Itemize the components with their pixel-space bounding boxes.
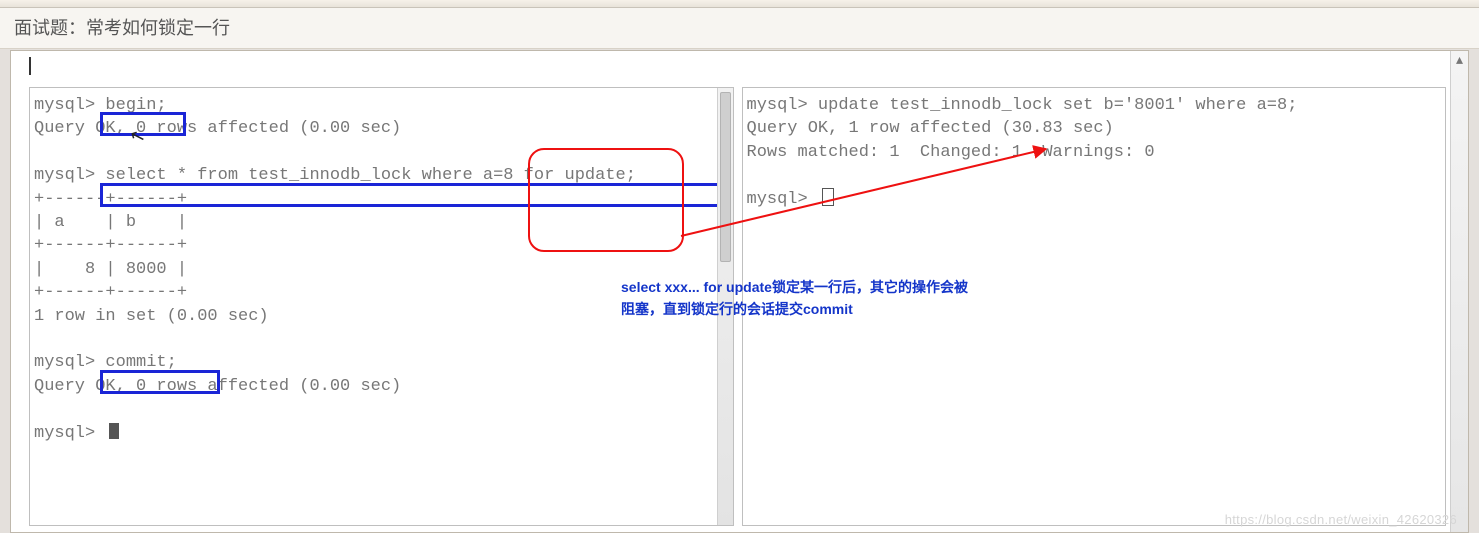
editor-caret-row bbox=[11, 51, 1468, 75]
scrollbar-thumb[interactable] bbox=[720, 92, 731, 262]
term-line: mysql> update test_innodb_lock set b='80… bbox=[747, 96, 1298, 115]
annotation-commit-box bbox=[100, 370, 220, 394]
editor-scrollbar[interactable]: ▴ bbox=[1450, 51, 1468, 532]
note-line-1: select xxx... for update锁定某一行后，其它的操作会被 bbox=[621, 279, 968, 295]
watermark-text: https://blog.csdn.net/weixin_42620326 bbox=[1225, 512, 1457, 527]
annotation-for-update-box bbox=[528, 148, 684, 252]
annotation-note: select xxx... for update锁定某一行后，其它的操作会被 阻… bbox=[621, 277, 1001, 320]
chevron-up-icon[interactable]: ▴ bbox=[1451, 51, 1468, 67]
editor-container: mysql> begin; Query OK, 0 rows affected … bbox=[10, 50, 1469, 533]
term-line: Query OK, 0 rows affected (0.00 sec) bbox=[34, 119, 401, 138]
term-line: mysql> bbox=[34, 424, 105, 443]
window-toolbar-strip bbox=[0, 0, 1479, 8]
cursor-icon bbox=[109, 423, 119, 439]
term-line: Rows matched: 1 Changed: 1 Warnings: 0 bbox=[747, 143, 1155, 162]
term-line: mysql> bbox=[747, 190, 818, 209]
page-title: 面试题：常考如何锁定一行 bbox=[0, 8, 1479, 49]
term-line: | 8 | 8000 | bbox=[34, 260, 187, 279]
term-line: 1 row in set (0.00 sec) bbox=[34, 307, 269, 326]
term-line: +------+------+ bbox=[34, 236, 187, 255]
note-line-2: 阻塞，直到锁定行的会话提交commit bbox=[621, 301, 853, 317]
term-line: +------+------+ bbox=[34, 283, 187, 302]
term-line: Query OK, 1 row affected (30.83 sec) bbox=[747, 119, 1114, 138]
term-line: | a | b | bbox=[34, 213, 187, 232]
text-caret bbox=[29, 57, 31, 75]
terminal-right-output: mysql> update test_innodb_lock set b='80… bbox=[743, 88, 1446, 217]
cursor-icon bbox=[822, 188, 834, 206]
